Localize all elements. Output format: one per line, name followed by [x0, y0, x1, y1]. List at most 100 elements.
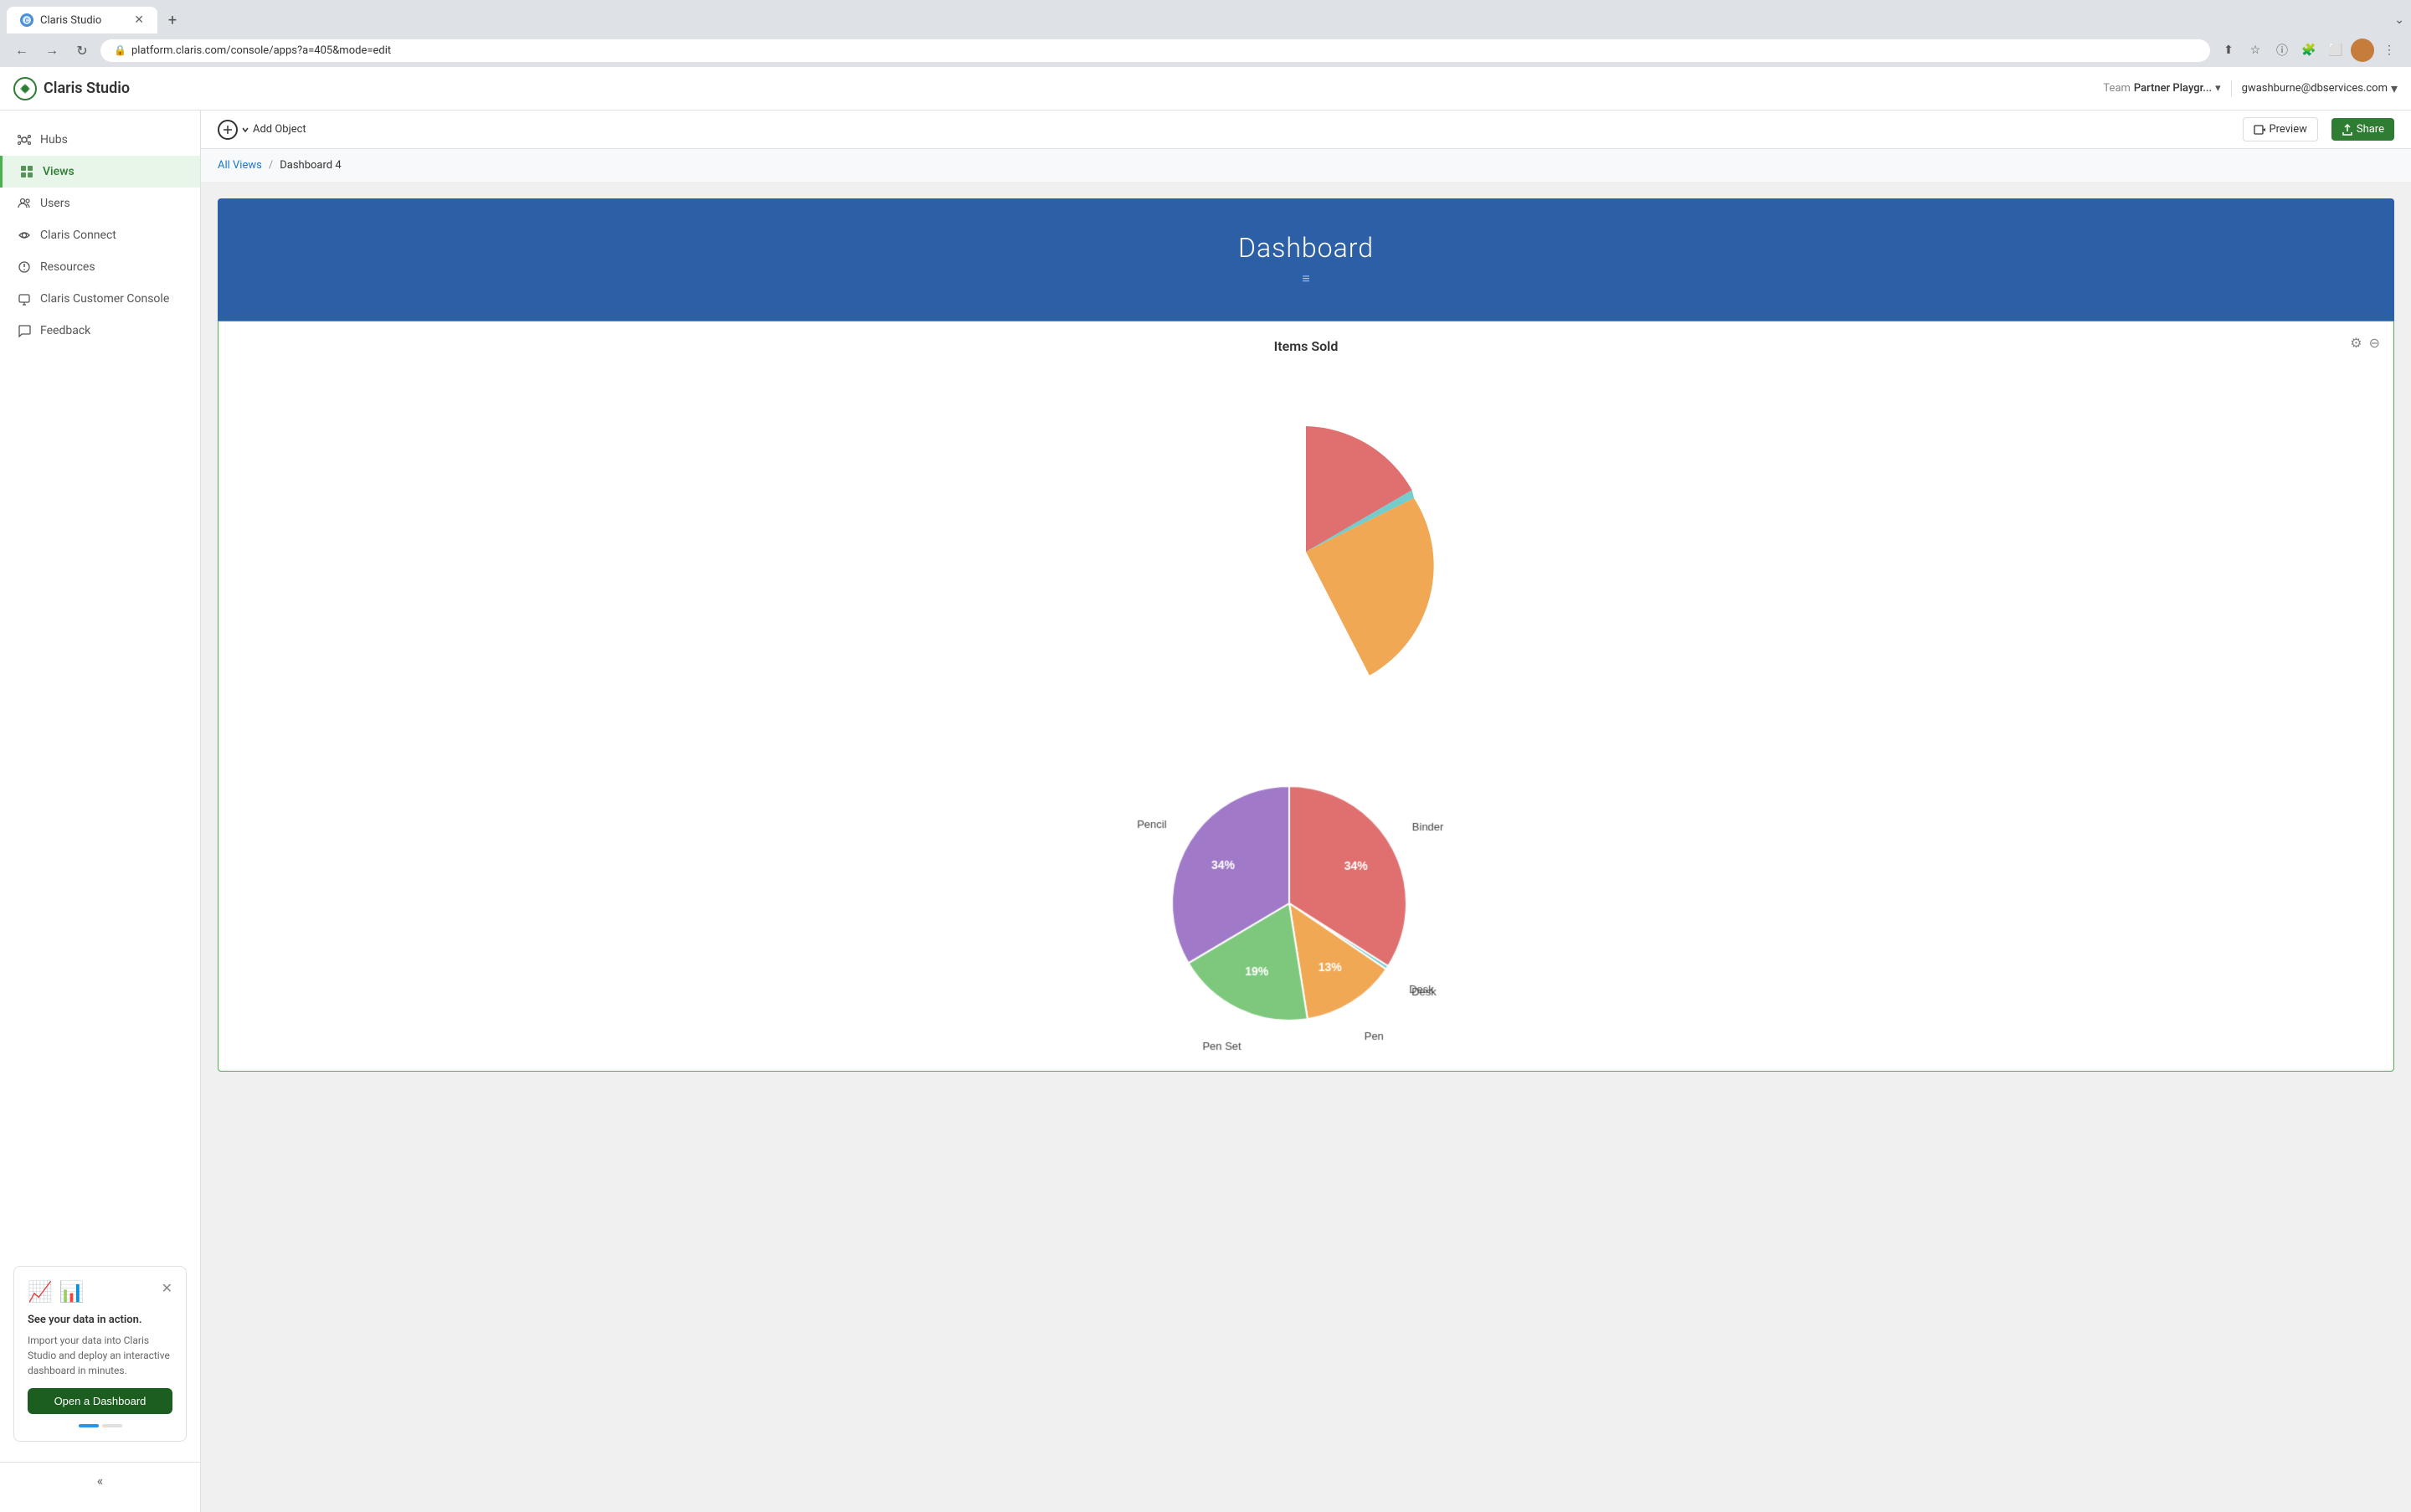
menu-icon[interactable]: ⋮ — [2378, 39, 2401, 62]
app-body: Hubs Views — [0, 111, 2411, 1512]
new-tab-button[interactable]: + — [161, 8, 184, 32]
sidebar-item-resources[interactable]: Resources — [0, 251, 200, 283]
users-icon — [17, 196, 32, 211]
resources-icon — [17, 260, 32, 275]
sidebar-item-claris-connect[interactable]: Claris Connect — [0, 219, 200, 251]
pie-chart-wrapper — [235, 368, 2377, 736]
app-header: Claris Studio Team Partner Playgr... ▾ g… — [0, 67, 2411, 111]
promo-title: See your data in action. — [28, 1314, 172, 1326]
browser-chrome: C Claris Studio ✕ + ⌄ ← → ↻ 🔒 platform.c… — [0, 0, 2411, 67]
bar-chart-icon: 📊 — [59, 1280, 85, 1304]
claris-logo-icon — [13, 77, 37, 100]
tab-close-button[interactable]: ✕ — [134, 13, 144, 27]
preview-icon — [2254, 124, 2265, 136]
promo-dot-2 — [102, 1424, 122, 1427]
pie-canvas — [1013, 736, 1599, 1054]
team-name: Partner Playgr... — [2134, 82, 2212, 95]
breadcrumb: All Views / Dashboard 4 — [201, 149, 2411, 182]
chart-remove-button[interactable]: ⊖ — [2369, 335, 2380, 351]
tab-bar: C Claris Studio ✕ + ⌄ — [0, 0, 2411, 33]
active-tab[interactable]: C Claris Studio ✕ — [7, 7, 157, 33]
sidebar-item-feedback[interactable]: Feedback — [0, 315, 200, 347]
sidebar-item-users-label: Users — [40, 197, 70, 210]
promo-pagination — [28, 1424, 172, 1427]
sidebar-item-resources-label: Resources — [40, 260, 95, 274]
add-icon — [218, 120, 238, 140]
tab-title: Claris Studio — [40, 14, 101, 27]
sidebar-collapse-button[interactable]: « — [0, 1462, 200, 1499]
chart-title: Items Sold — [235, 338, 2377, 354]
dashboard-separator: ≡ — [234, 270, 2378, 287]
preview-button[interactable]: Preview — [2243, 117, 2317, 141]
main-content: Add Object Preview Share All Views / Das… — [201, 111, 2411, 1512]
security-icon[interactable]: ⓘ — [2270, 39, 2294, 62]
browser-actions: ⬆ ☆ ⓘ 🧩 ⬜ ⋮ — [2217, 39, 2401, 62]
refresh-button[interactable]: ↻ — [70, 39, 94, 62]
tab-expand-button[interactable]: ⌄ — [2394, 13, 2404, 27]
team-dropdown-icon[interactable]: ▾ — [2215, 82, 2221, 95]
pie-chart-main — [1013, 376, 1599, 728]
team-label: Team — [2103, 82, 2131, 95]
dashboard-header: Dashboard ≡ — [218, 198, 2394, 321]
sidebar-item-views[interactable]: Views — [0, 156, 200, 188]
header-divider — [2231, 80, 2232, 97]
add-object-label: Add Object — [253, 123, 306, 136]
promo-icons: 📈 📊 — [28, 1280, 162, 1304]
sidebar-item-feedback-label: Feedback — [40, 324, 90, 337]
breadcrumb-separator: / — [269, 159, 273, 172]
svg-text:C: C — [25, 18, 29, 24]
open-dashboard-button[interactable]: Open a Dashboard — [28, 1388, 172, 1414]
user-avatar[interactable] — [2351, 39, 2374, 62]
promo-dot-1 — [79, 1424, 99, 1427]
hub-icon — [17, 132, 32, 147]
sidebar-item-connect-label: Claris Connect — [40, 229, 116, 242]
header-user: gwashburne@dbservices.com — [2242, 82, 2388, 95]
breadcrumb-all-views[interactable]: All Views — [218, 159, 262, 172]
sidebar-item-hubs-label: Hubs — [40, 133, 68, 147]
address-input[interactable]: 🔒 platform.claris.com/console/apps?a=405… — [100, 39, 2210, 62]
chart-trend-icon: 📈 — [28, 1280, 53, 1304]
sidebar-item-customer-console[interactable]: Claris Customer Console — [0, 283, 200, 315]
promo-card: ✕ 📈 📊 See your data in action. Import yo… — [13, 1266, 187, 1442]
app-name: Claris Studio — [44, 80, 130, 97]
dropdown-chevron-icon — [241, 126, 249, 134]
share-icon — [2342, 124, 2353, 136]
user-dropdown-icon[interactable]: ▾ — [2391, 80, 2398, 96]
canvas: Dashboard ≡ Items Sold ⚙ ⊖ — [201, 182, 2411, 1512]
app-logo: Claris Studio — [13, 77, 130, 100]
console-icon — [17, 291, 32, 306]
tab-favicon: C — [20, 13, 33, 27]
preview-label: Preview — [2269, 123, 2306, 136]
chart-actions: ⚙ ⊖ — [2350, 335, 2380, 351]
forward-button[interactable]: → — [40, 39, 64, 62]
sidebar-item-users[interactable]: Users — [0, 188, 200, 219]
back-button[interactable]: ← — [10, 39, 33, 62]
feedback-icon — [17, 323, 32, 338]
connect-icon — [17, 228, 32, 243]
header-team: Team Partner Playgr... ▾ — [2103, 82, 2220, 95]
profile-icon[interactable]: ⬜ — [2324, 39, 2347, 62]
share-label: Share — [2357, 123, 2384, 136]
sidebar: Hubs Views — [0, 111, 201, 1512]
url-text: platform.claris.com/console/apps?a=405&m… — [131, 44, 391, 57]
toolbar: Add Object Preview Share — [201, 111, 2411, 149]
extensions-icon[interactable]: 🧩 — [2297, 39, 2321, 62]
sidebar-item-console-label: Claris Customer Console — [40, 292, 169, 306]
breadcrumb-current: Dashboard 4 — [280, 159, 341, 172]
download-icon[interactable]: ⬆ — [2217, 39, 2240, 62]
add-object-button[interactable]: Add Object — [218, 120, 306, 140]
chart-settings-button[interactable]: ⚙ — [2350, 335, 2362, 351]
promo-description: Import your data into Claris Studio and … — [28, 1333, 172, 1378]
collapse-icon: « — [97, 1473, 104, 1489]
chart-container: Items Sold ⚙ ⊖ — [218, 321, 2394, 1072]
views-icon — [19, 164, 34, 179]
promo-close-button[interactable]: ✕ — [162, 1280, 172, 1296]
address-bar: ← → ↻ 🔒 platform.claris.com/console/apps… — [0, 33, 2411, 67]
dashboard-title: Dashboard — [234, 232, 2378, 264]
sidebar-item-hubs[interactable]: Hubs — [0, 124, 200, 156]
app: Claris Studio Team Partner Playgr... ▾ g… — [0, 67, 2411, 1512]
lock-icon: 🔒 — [114, 44, 126, 56]
share-button[interactable]: Share — [2331, 118, 2394, 141]
sidebar-item-views-label: Views — [43, 165, 75, 178]
bookmark-icon[interactable]: ☆ — [2244, 39, 2267, 62]
